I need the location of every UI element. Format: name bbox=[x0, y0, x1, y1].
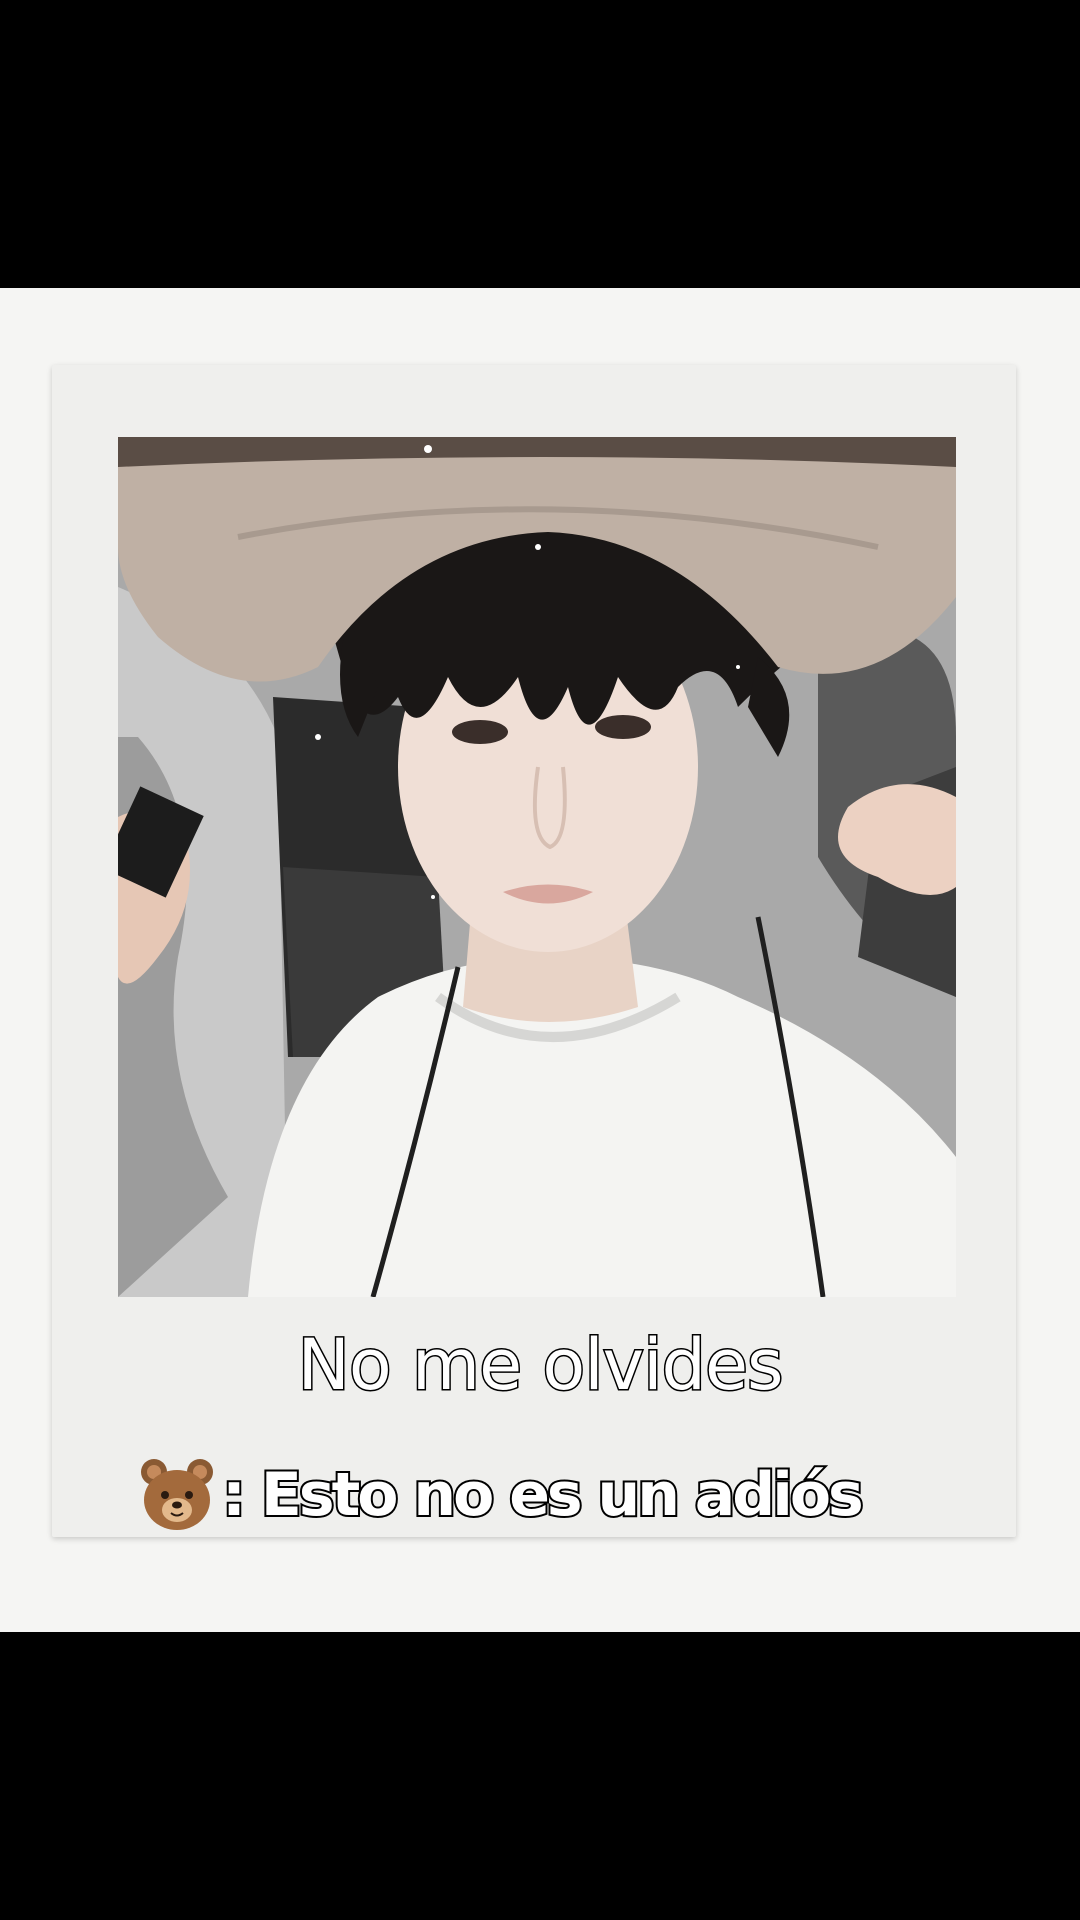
portrait-photo bbox=[118, 437, 956, 1297]
letterbox-top bbox=[0, 0, 1080, 288]
letterbox-bottom bbox=[0, 1632, 1080, 1920]
caption-title: No me olvides bbox=[296, 1323, 785, 1408]
bear-face-icon bbox=[138, 1456, 216, 1534]
caption-subtitle: : Esto no es un adiós bbox=[138, 1455, 866, 1535]
caption-subtitle-text: : Esto no es un adiós bbox=[220, 1458, 866, 1532]
